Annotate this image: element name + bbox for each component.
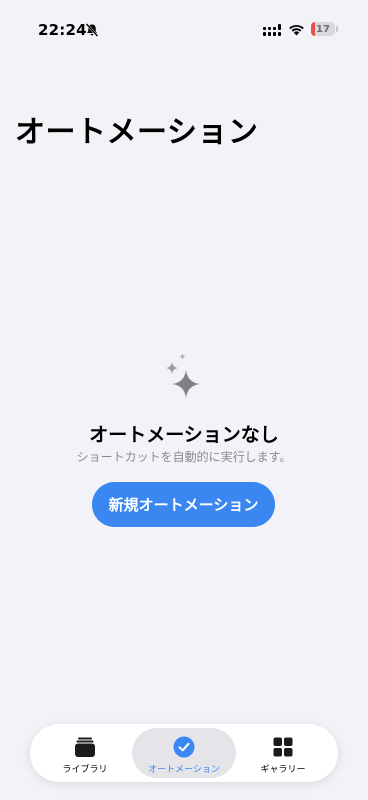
grid-icon [273,737,293,757]
empty-state-title: オートメーションなし [89,424,279,446]
wifi-icon [289,24,304,36]
bell-slash-icon [85,23,99,37]
signal-icon [263,24,281,36]
sparkles-icon [166,353,200,398]
battery-icon: 17 [311,22,335,36]
battery-cap [336,26,338,32]
empty-state-subtitle: ショートカットを自動的に実行します。 [76,450,292,464]
tab-library-label: ライブラリ [62,765,108,775]
automation-screen: 22:24 17 オートメーション オートメーションなし ショートカットを自動的… [0,0,368,800]
tab-gallery[interactable]: ギャラリー [234,728,332,778]
tab-bar: ライブラリ オートメーション ギャラリー [30,724,338,782]
tab-gallery-label: ギャラリー [260,765,306,775]
tab-automation[interactable]: オートメーション [132,728,236,778]
library-stack-icon [75,737,95,757]
new-automation-button[interactable]: 新規オートメーション [92,482,275,527]
battery-level: 17 [316,23,330,35]
status-time: 22:24 [38,21,87,39]
tab-automation-label: オートメーション [148,765,220,775]
status-bar: 22:24 17 [0,0,368,58]
tab-library[interactable]: ライブラリ [36,728,134,778]
page-title: オートメーション [15,115,259,150]
checkmark-circle-icon [173,736,195,758]
